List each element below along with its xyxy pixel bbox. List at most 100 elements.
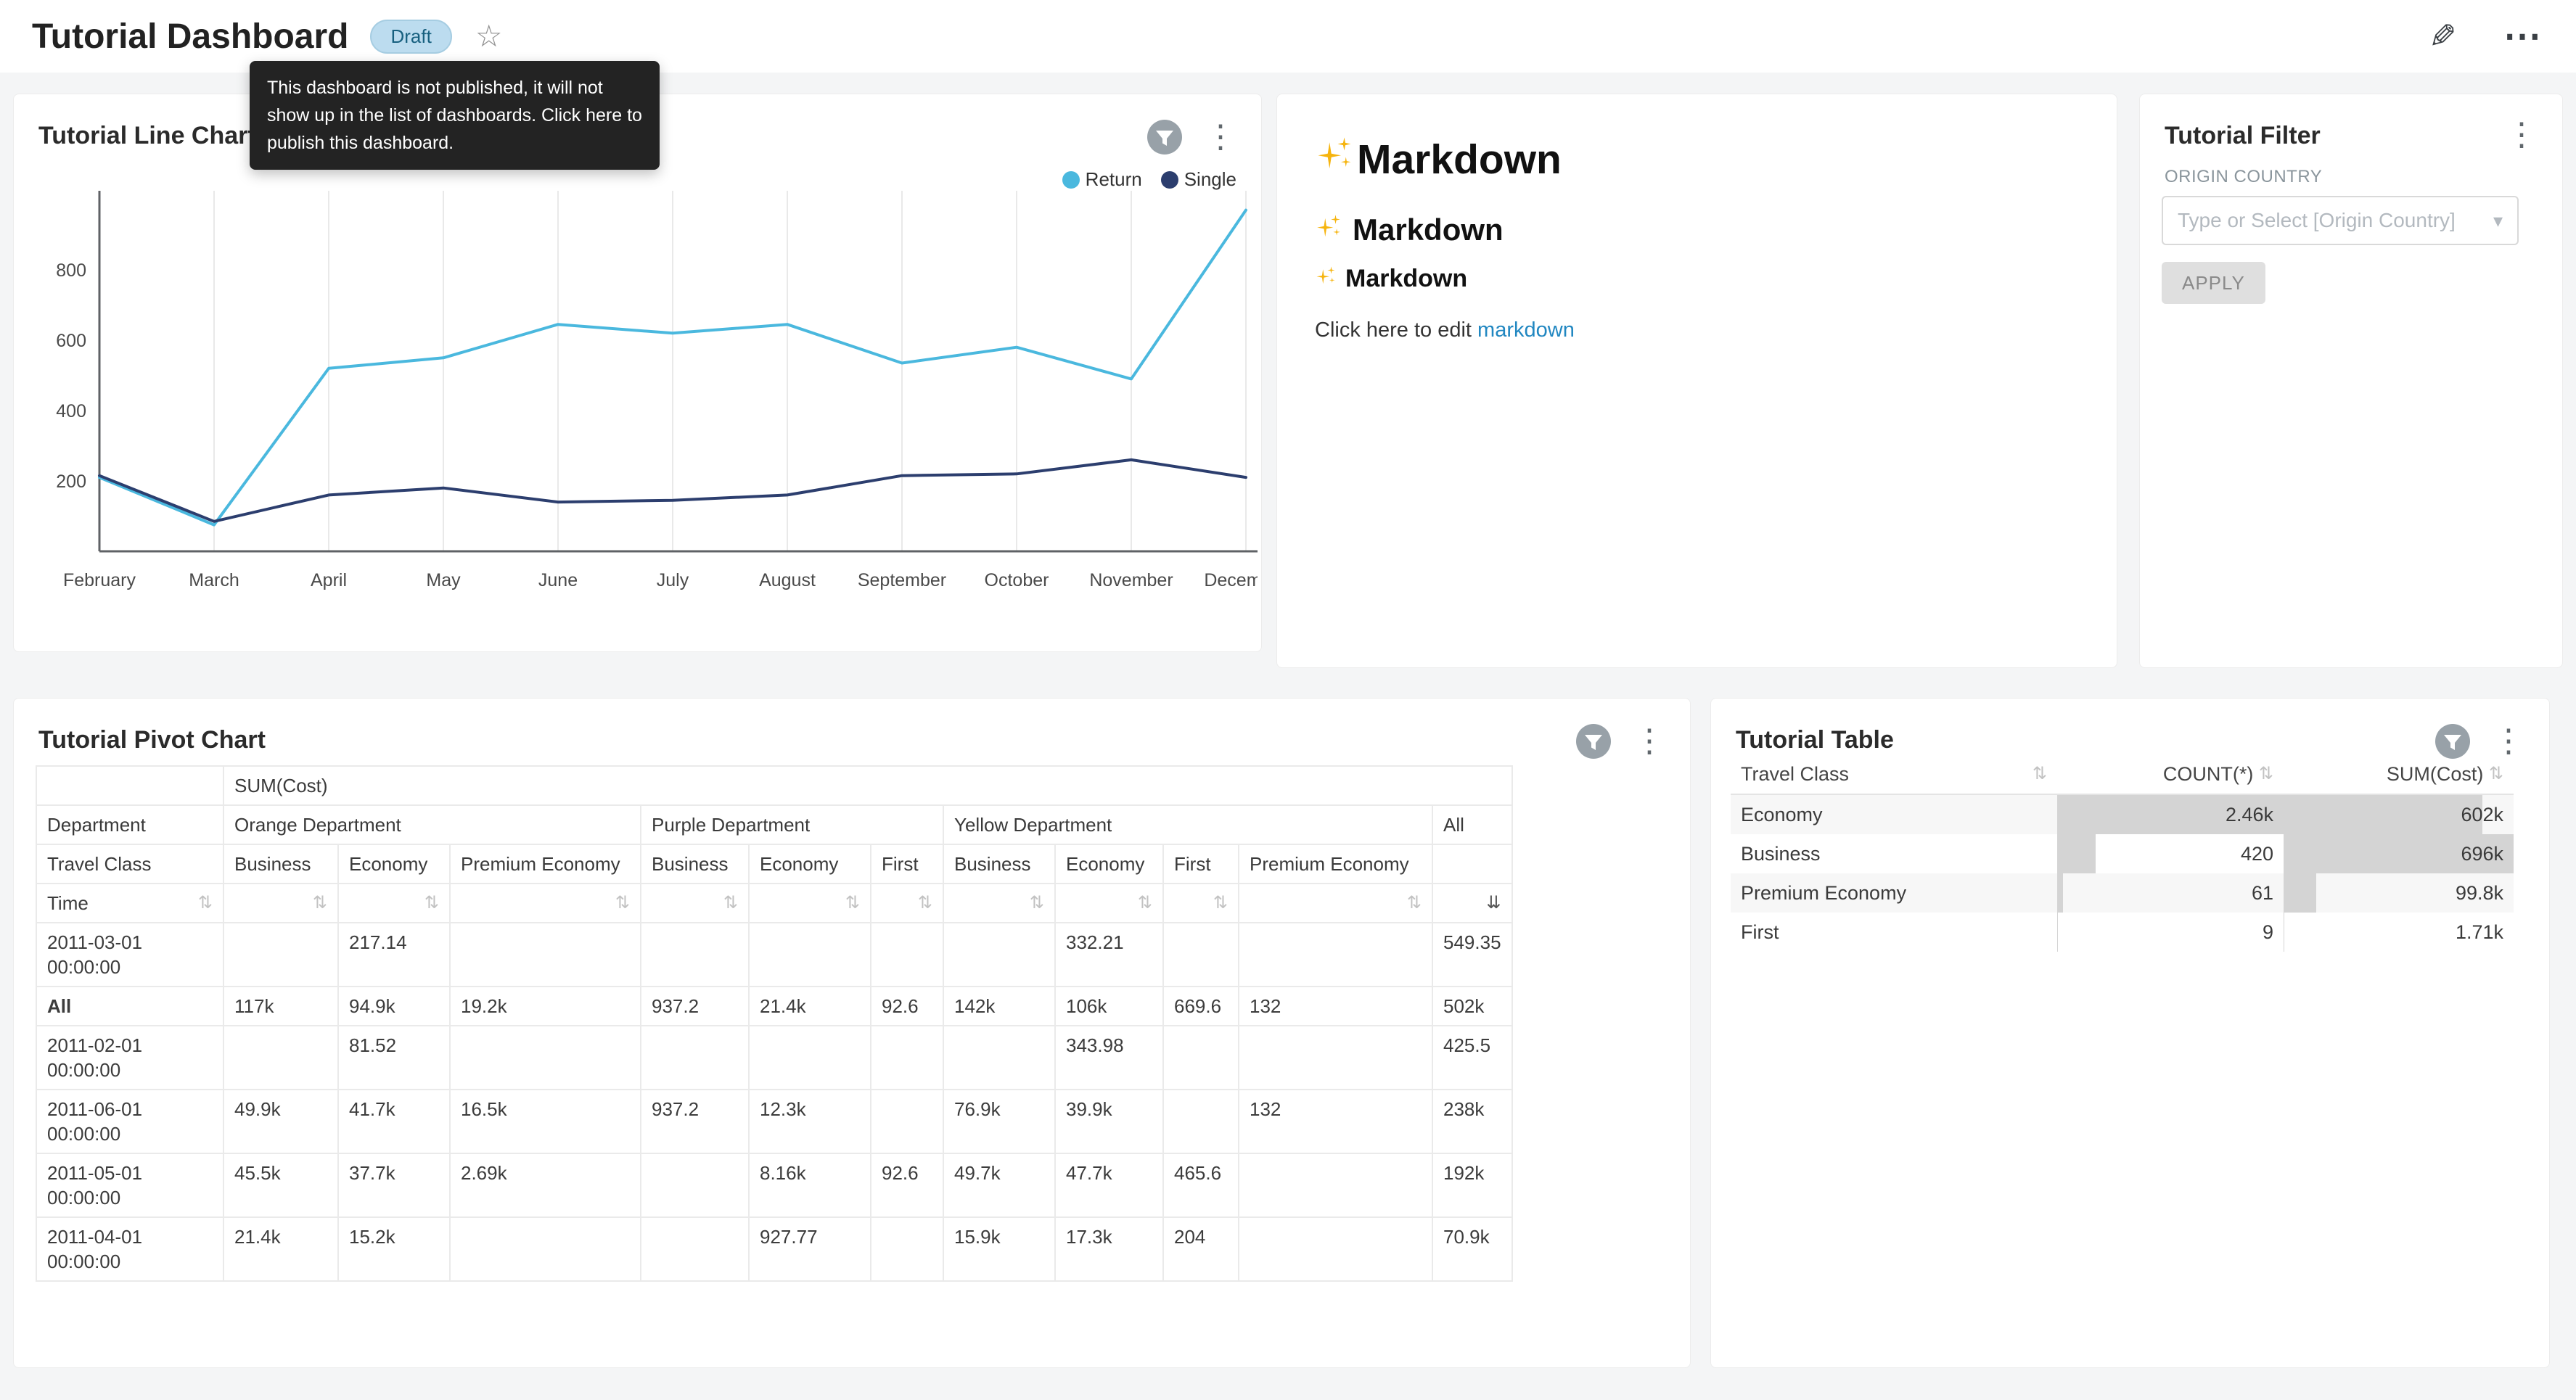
pivot-cell: 39.9k [1055,1090,1163,1153]
sort-icon[interactable]: ⇅ [918,891,932,915]
sort-icon[interactable]: ⇅ [2489,762,2503,786]
favorite-star-icon[interactable]: ☆ [475,21,503,52]
pivot-subcol-header[interactable]: Business [641,844,749,884]
sort-icon[interactable]: ⇅ [198,891,213,915]
pivot-all-col-header[interactable]: All [1432,805,1512,844]
kebab-menu-icon[interactable]: ⋮ [1205,121,1236,153]
markdown-heading-2: Markdown [1315,211,2088,249]
pivot-subcol-header[interactable]: First [1163,844,1239,884]
kebab-menu-icon[interactable]: ⋮ [1633,725,1665,757]
sort-icon[interactable]: ⇅ [313,891,327,915]
sort-icon[interactable]: ⇅ [1407,891,1422,915]
pivot-cell [1239,1217,1432,1281]
pivot-cell [450,1217,641,1281]
sort-icon[interactable]: ⇅ [2259,762,2273,786]
pivot-sort-cell[interactable]: ⇅ [943,884,1055,923]
table-header-sum[interactable]: SUM(Cost) ⇅ [2284,754,2514,794]
pivot-subcol-header[interactable]: Economy [749,844,871,884]
pivot-cell: 332.21 [1055,923,1163,987]
svg-text:August: August [759,570,816,590]
pivot-cell [450,1026,641,1090]
pivot-group-header[interactable]: Purple Department [641,805,943,844]
sort-icon[interactable]: ⇅ [615,891,630,915]
pivot-sort-cell[interactable]: ⇅ [223,884,338,923]
pivot-sort-cell[interactable]: ⇊ [1432,884,1512,923]
table-cell-count: 420 [2057,834,2284,873]
table-header-count[interactable]: COUNT(*) ⇅ [2057,754,2284,794]
sort-desc-icon[interactable]: ⇊ [1486,891,1501,915]
pivot-cell: 15.9k [943,1217,1055,1281]
table-cell-travel-class: Premium Economy [1731,873,2057,913]
pivot-cell: 70.9k [1432,1217,1512,1281]
pivot-subcol-header[interactable]: First [871,844,943,884]
pivot-cell: 21.4k [223,1217,338,1281]
pivot-time-header[interactable]: Time⇅ [36,884,223,923]
pivot-cell [1163,1026,1239,1090]
pivot-sort-cell[interactable]: ⇅ [1055,884,1163,923]
pivot-col-axis-label: Department [36,805,223,844]
pivot-cell: 132 [1239,987,1432,1026]
pivot-group-header[interactable]: Orange Department [223,805,641,844]
pivot-row-label: 2011-06-01 00:00:00 [36,1090,223,1153]
sort-icon[interactable]: ⇅ [1138,891,1152,915]
table-header-travel-class[interactable]: Travel Class⇅ [1731,754,2057,794]
data-table: Travel Class⇅COUNT(*) ⇅SUM(Cost) ⇅Econom… [1731,754,2514,952]
pivot-sort-cell[interactable]: ⇅ [1239,884,1432,923]
filter-badge-icon[interactable] [1575,723,1612,759]
sort-icon[interactable]: ⇅ [1213,891,1228,915]
pivot-cell: 49.9k [223,1090,338,1153]
pivot-cell: 19.2k [450,987,641,1026]
pivot-subcol-header[interactable]: Business [943,844,1055,884]
kebab-menu-icon[interactable]: ⋮ [2506,119,2538,151]
more-options-icon[interactable]: ⋯ [2503,17,2544,55]
sort-icon[interactable]: ⇅ [1030,891,1044,915]
pivot-cell [1239,923,1432,987]
pivot-sort-cell[interactable]: ⇅ [450,884,641,923]
pivot-cell: 549.35 [1432,923,1512,987]
pivot-cell: 21.4k [749,987,871,1026]
origin-country-label: ORIGIN COUNTRY [2165,167,2322,187]
pivot-cell: 37.7k [338,1153,450,1217]
pivot-subcol-header[interactable]: Business [223,844,338,884]
markdown-edit-link[interactable]: markdown [1477,318,1575,342]
pivot-cell: 927.77 [749,1217,871,1281]
pivot-subcol-header[interactable]: Premium Economy [450,844,641,884]
origin-country-select[interactable]: Type or Select [Origin Country] ▾ [2162,196,2519,245]
pivot-table: SUM(Cost)DepartmentOrange DepartmentPurp… [36,765,1513,1282]
table-cell-travel-class: First [1731,913,2057,952]
filter-badge-icon[interactable] [1147,119,1183,155]
header-actions: ✎ ⋯ [2429,17,2544,55]
sort-icon[interactable]: ⇅ [424,891,439,915]
pivot-subcol-header[interactable]: Economy [1055,844,1163,884]
pivot-group-header[interactable]: Yellow Department [943,805,1432,844]
kebab-menu-icon[interactable]: ⋮ [2493,725,2524,757]
sort-icon[interactable]: ⇅ [845,891,860,915]
pivot-cell: 937.2 [641,1090,749,1153]
pivot-cell: 217.14 [338,923,450,987]
pivot-sort-cell[interactable]: ⇅ [641,884,749,923]
svg-text:June: June [538,570,578,590]
pivot-cell: 117k [223,987,338,1026]
apply-button[interactable]: APPLY [2162,262,2265,304]
draft-badge[interactable]: Draft [370,20,451,54]
edit-pencil-icon[interactable]: ✎ [2429,20,2457,53]
markdown-card: Markdown Markdown Markdown Click here to… [1276,94,2117,668]
sort-icon[interactable]: ⇅ [723,891,738,915]
pivot-subcol-header[interactable]: Economy [338,844,450,884]
table-row: Business420696k [1731,834,2514,873]
pivot-sort-cell[interactable]: ⇅ [338,884,450,923]
pivot-cell: 106k [1055,987,1163,1026]
pivot-cell [223,923,338,987]
pivot-sort-cell[interactable]: ⇅ [1163,884,1239,923]
line-chart-canvas[interactable]: 200400600800FebruaryMarchAprilMayJuneJul… [24,167,1258,638]
pivot-cell [1163,923,1239,987]
pivot-sort-cell[interactable]: ⇅ [871,884,943,923]
pivot-sort-cell[interactable]: ⇅ [749,884,871,923]
table-cell-sum: 696k [2284,834,2514,873]
table-cell-count: 2.46k [2057,794,2284,834]
pivot-subcol-header[interactable]: Premium Economy [1239,844,1432,884]
svg-text:September: September [858,570,946,590]
pivot-cell: 92.6 [871,987,943,1026]
sort-icon[interactable]: ⇅ [2033,762,2047,786]
markdown-heading-1-text: Markdown [1357,134,1562,185]
